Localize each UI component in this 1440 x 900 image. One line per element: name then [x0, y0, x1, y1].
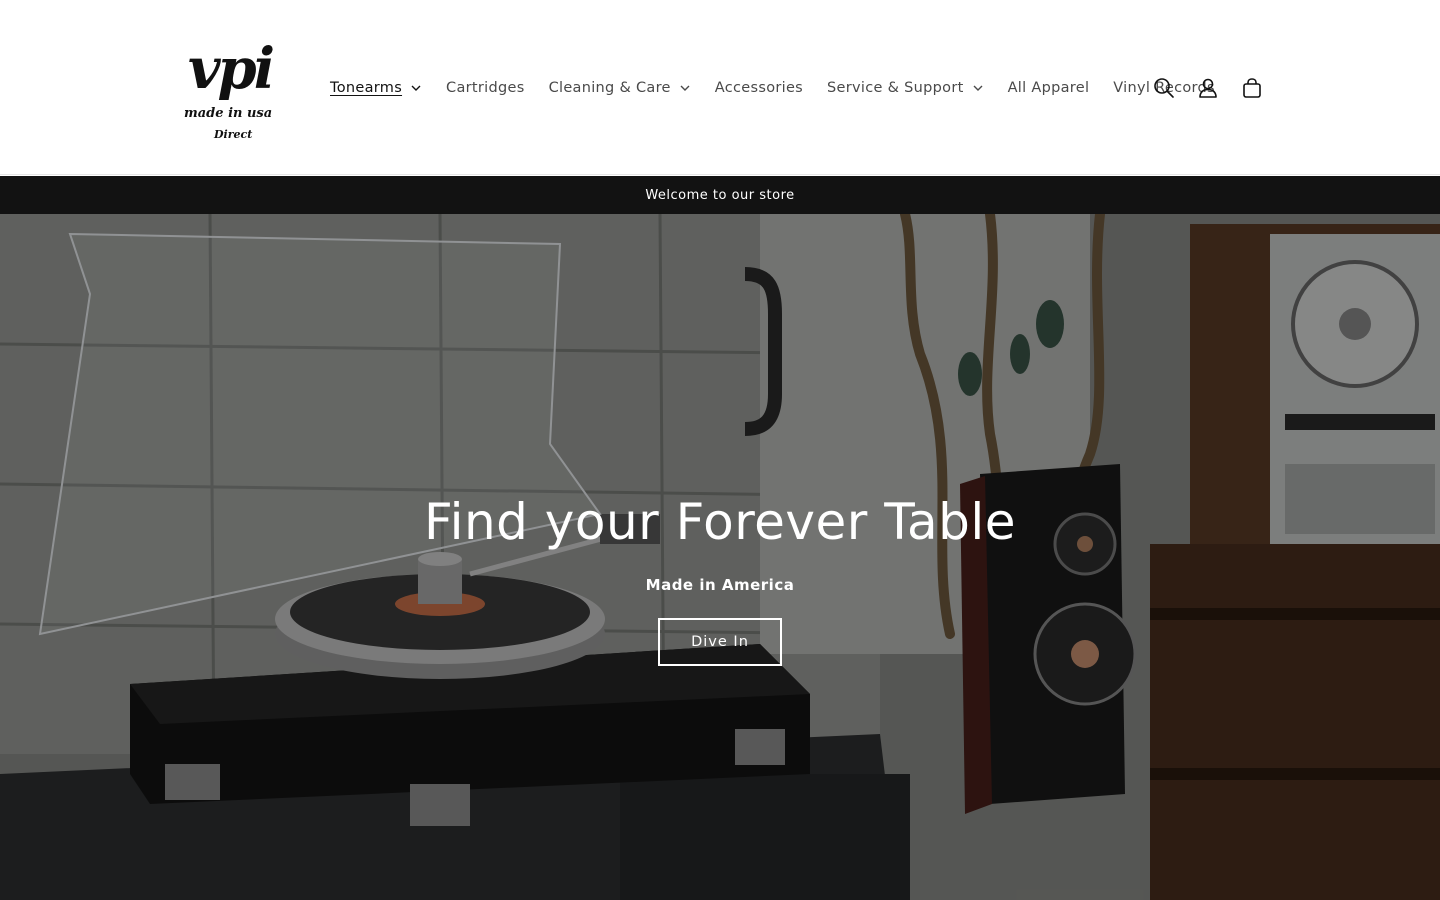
header-icons	[1142, 66, 1274, 110]
nav-label: Cleaning & Care	[548, 80, 671, 96]
store-logo[interactable]: vpi made in usa Direct	[168, 28, 296, 148]
search-icon	[1154, 78, 1174, 98]
search-button[interactable]	[1142, 66, 1186, 110]
cart-icon	[1243, 78, 1261, 98]
nav-item-all-apparel[interactable]: All Apparel	[996, 70, 1102, 106]
nav-item-tonearms[interactable]: Tonearms	[318, 70, 434, 106]
nav-label: All Apparel	[1007, 80, 1090, 96]
hero-title: Find your Forever Table	[423, 493, 1017, 551]
nav-label: Service & Support	[827, 80, 964, 96]
announcement-text: Welcome to our store	[645, 187, 795, 203]
chevron-down-icon	[680, 85, 690, 91]
account-button[interactable]	[1186, 66, 1230, 110]
announcement-bar: Welcome to our store	[0, 176, 1440, 214]
nav-label: Tonearms	[330, 80, 403, 96]
nav-label: Accessories	[714, 80, 804, 96]
hero-subtitle: Made in America	[645, 576, 795, 594]
dive-in-button[interactable]: Dive In	[658, 618, 782, 666]
account-icon	[1199, 78, 1217, 98]
logo-direct: Direct	[214, 128, 253, 141]
logo-mark: vpi	[188, 36, 275, 102]
nav-item-cartridges[interactable]: Cartridges	[434, 70, 537, 106]
logo-tagline: made in usa	[184, 106, 273, 121]
site-header: vpi made in usa Direct Tonearms Cartridg…	[0, 0, 1440, 175]
cart-button[interactable]	[1230, 66, 1274, 110]
chevron-down-icon	[411, 85, 421, 91]
main-nav: Tonearms Cartridges Cleaning & Care Acce…	[318, 70, 1227, 106]
nav-label: Cartridges	[446, 80, 525, 96]
hero-banner: Find your Forever Table Made in America …	[0, 214, 1440, 900]
nav-item-cleaning-care[interactable]: Cleaning & Care	[537, 70, 703, 106]
nav-item-service-support[interactable]: Service & Support	[815, 70, 996, 106]
hero-content: Find your Forever Table Made in America …	[0, 490, 1440, 666]
nav-item-accessories[interactable]: Accessories	[703, 70, 815, 106]
chevron-down-icon	[973, 85, 983, 91]
